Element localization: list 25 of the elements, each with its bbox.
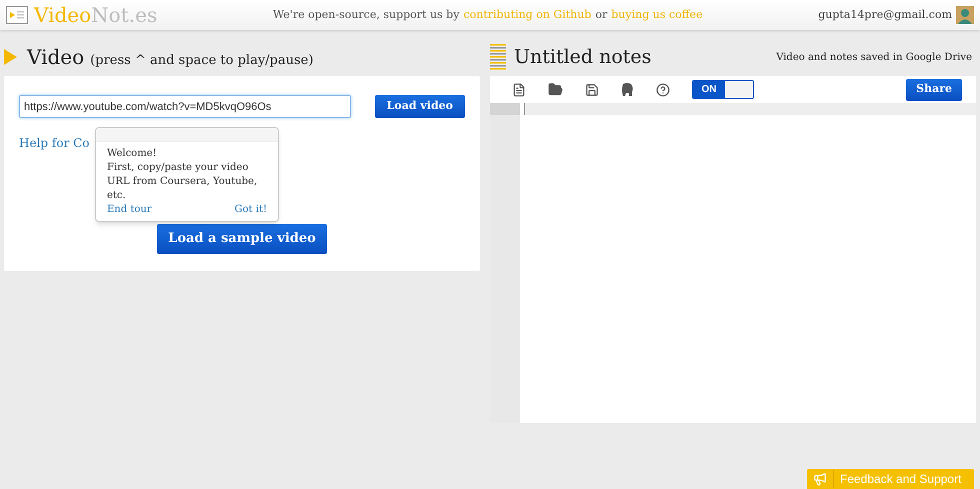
sync-toggle[interactable]: ON (692, 80, 754, 99)
tagline-text: or (595, 6, 608, 23)
logo-icon (6, 6, 28, 24)
notes-icon (490, 44, 506, 70)
folder-icon[interactable] (548, 82, 563, 97)
play-icon (4, 49, 17, 65)
tour-text: First, copy/paste your video URL from Coursera, Youtube, etc. (107, 161, 258, 203)
sample-video-button[interactable]: Load a sample video (157, 224, 327, 254)
url-field[interactable]: https://www.youtube.com/watch?v=MD5kvqO96Os (19, 95, 351, 118)
help-link[interactable]: Help for Co (19, 134, 90, 152)
save-status: Video and notes saved in Google Drive (776, 50, 972, 64)
megaphone-icon (813, 472, 827, 486)
tour-text: Welcome! (107, 147, 158, 161)
save-icon[interactable] (585, 82, 599, 96)
user-email[interactable]: gupta14pre@gmail.com (818, 6, 952, 24)
load-video-button[interactable]: Load video (374, 95, 465, 118)
share-button[interactable]: Share (906, 78, 962, 100)
video-title: Video (27, 44, 84, 71)
new-file-icon[interactable] (512, 82, 526, 96)
end-tour-link[interactable]: End tour (107, 203, 152, 217)
help-icon[interactable] (656, 82, 670, 96)
tagline-text: We're open-source, support us by (272, 6, 460, 23)
got-it-link[interactable]: Got it! (234, 203, 267, 217)
notes-title[interactable]: Untitled notes (514, 42, 652, 72)
video-hint: (press ^ and space to play/pause) (90, 52, 314, 70)
